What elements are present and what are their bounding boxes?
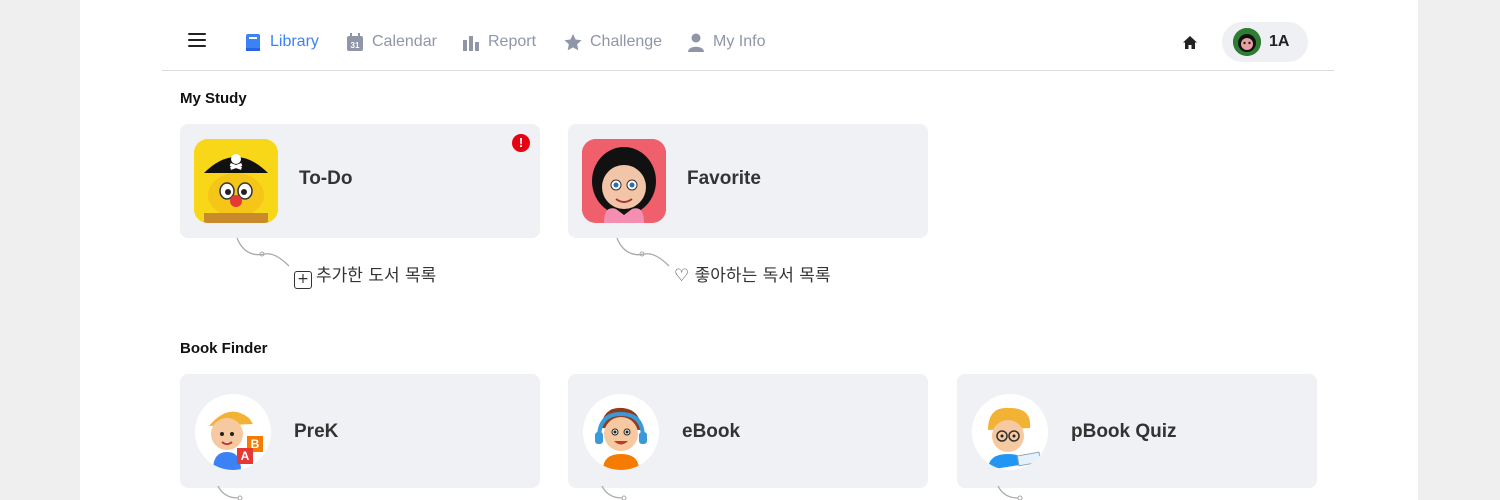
nav-my-info[interactable]: My Info xyxy=(687,30,765,54)
todo-hint-text: 추가한 도서 목록 xyxy=(316,266,437,286)
menu-icon[interactable] xyxy=(188,33,206,47)
hint-arrow-prek xyxy=(217,486,243,500)
pbook-quiz-card[interactable]: pBook Quiz xyxy=(957,374,1317,488)
todo-hint: + 추가한 도서 목록 xyxy=(294,261,436,289)
star-icon xyxy=(564,32,582,52)
home-icon[interactable] xyxy=(1182,35,1198,51)
calendar-icon: 31 xyxy=(346,32,364,52)
favorite-hint-text: 좋아하는 독서 목록 xyxy=(694,266,831,286)
svg-text:A: A xyxy=(241,449,250,463)
nav-challenge-label: Challenge xyxy=(590,33,663,50)
alert-badge: ! xyxy=(512,134,530,152)
favorite-label: Favorite xyxy=(687,168,761,189)
hint-arrow-ebook xyxy=(601,486,627,500)
hint-arrow-todo xyxy=(236,237,290,267)
user-label: 1A xyxy=(1269,33,1290,50)
book-icon xyxy=(244,32,262,52)
nav-calendar[interactable]: 31 Calendar xyxy=(346,30,437,54)
book-finder-title: Book Finder xyxy=(180,340,268,357)
favorite-hint: ♡ 좋아하는 독서 목록 xyxy=(674,261,831,286)
pbook-quiz-boy-image xyxy=(972,394,1048,470)
nav-calendar-label: Calendar xyxy=(372,33,437,50)
girl-character-image xyxy=(582,139,666,223)
nav-library[interactable]: Library xyxy=(244,30,319,54)
favorite-card[interactable]: Favorite xyxy=(568,124,928,238)
top-nav: Library 31 Calendar Report Challenge My … xyxy=(162,0,1334,71)
ebook-boy-image xyxy=(583,394,659,470)
todo-card[interactable]: To-Do ! xyxy=(180,124,540,238)
ebook-card[interactable]: eBook xyxy=(568,374,928,488)
plus-icon: + xyxy=(294,271,312,289)
hint-arrow-pbook-quiz xyxy=(997,486,1023,500)
todo-label: To-Do xyxy=(299,168,353,189)
user-profile-button[interactable]: 1A xyxy=(1222,22,1308,62)
pbook-quiz-label: pBook Quiz xyxy=(1071,421,1177,442)
ebook-label: eBook xyxy=(682,421,741,442)
avatar xyxy=(1233,28,1261,56)
nav-report[interactable]: Report xyxy=(462,30,536,54)
nav-my-info-label: My Info xyxy=(713,33,766,50)
pirate-character-image xyxy=(194,139,278,223)
nav-challenge[interactable]: Challenge xyxy=(564,30,662,54)
nav-library-label: Library xyxy=(270,33,319,50)
bar-chart-icon xyxy=(462,32,480,52)
nav-report-label: Report xyxy=(488,33,537,50)
prek-card[interactable]: B A PreK xyxy=(180,374,540,488)
my-study-title: My Study xyxy=(180,90,247,107)
heart-icon: ♡ xyxy=(674,266,690,286)
prek-boy-image: B A xyxy=(195,394,271,470)
prek-label: PreK xyxy=(294,421,339,442)
hint-arrow-favorite xyxy=(616,237,670,267)
person-icon xyxy=(687,32,705,52)
svg-text:31: 31 xyxy=(351,41,360,50)
